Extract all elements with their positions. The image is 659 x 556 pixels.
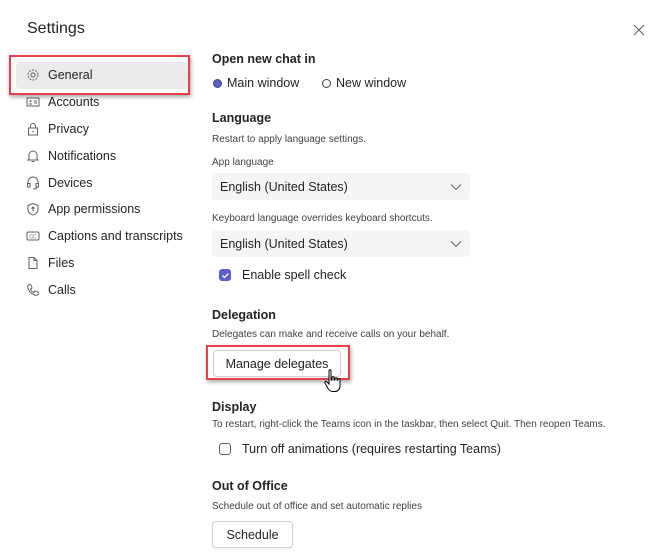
general-highlight-box [9,55,190,95]
checkbox-label: Turn off animations (requires restarting… [242,442,501,456]
sidebar-item-label: Files [48,255,75,270]
close-button[interactable] [632,23,646,37]
delegation-description: Delegates can make and receive calls on … [212,329,450,340]
sidebar-item-label: Notifications [48,148,117,163]
radio-label: New window [336,76,407,90]
settings-sidebar: General Accounts Privacy Notifications D… [16,62,188,303]
radio-main-window[interactable]: Main window [213,76,299,90]
account-card-icon [26,95,40,109]
dropdown-value: English (United States) [220,236,348,251]
bell-icon [26,149,40,163]
svg-text:CC: CC [29,234,37,240]
file-icon [26,256,40,270]
checkbox-checked-icon [219,269,231,281]
radio-label: Main window [227,76,300,90]
language-heading: Language [212,111,272,125]
sidebar-item-captions[interactable]: CC Captions and transcripts [16,223,188,250]
sidebar-item-calls[interactable]: Calls [16,276,188,303]
lock-icon [26,122,40,136]
sidebar-item-label: Calls [48,282,76,297]
close-icon [633,24,645,36]
sidebar-item-devices[interactable]: Devices [16,169,188,196]
display-description: To restart, right-click the Teams icon i… [212,419,606,430]
checkbox-label: Enable spell check [242,268,347,282]
sidebar-item-label: App permissions [48,202,141,217]
hand-cursor-icon [324,369,341,392]
settings-title: Settings [27,20,85,37]
phone-icon [26,283,40,297]
open-new-chat-heading: Open new chat in [212,52,316,66]
headset-icon [26,176,40,190]
out-of-office-heading: Out of Office [212,479,288,493]
sidebar-item-label: Accounts [48,95,100,110]
cc-icon: CC [26,229,40,243]
dropdown-value: English (United States) [220,179,348,194]
chevron-down-icon [450,183,462,190]
spell-check-checkbox[interactable]: Enable spell check [219,268,346,282]
sidebar-item-label: Devices [48,175,93,190]
sidebar-item-notifications[interactable]: Notifications [16,142,188,169]
app-language-label: App language [212,157,274,168]
out-of-office-description: Schedule out of office and set automatic… [212,501,422,512]
sidebar-item-label: Captions and transcripts [48,229,183,244]
radio-selected-icon [213,78,222,88]
sidebar-item-app-permissions[interactable]: App permissions [16,196,188,223]
radio-new-window[interactable]: New window [322,76,406,90]
sidebar-item-label: Privacy [48,121,89,136]
sidebar-item-privacy[interactable]: Privacy [16,116,188,143]
keyboard-language-dropdown[interactable]: English (United States) [212,230,470,257]
keyboard-language-label: Keyboard language overrides keyboard sho… [212,213,433,224]
sidebar-item-files[interactable]: Files [16,250,188,277]
radio-unselected-icon [322,78,331,88]
schedule-button[interactable]: Schedule [212,521,293,548]
display-heading: Display [212,400,257,414]
turn-off-animations-checkbox[interactable]: Turn off animations (requires restarting… [219,442,501,456]
shield-icon [26,202,40,216]
app-language-dropdown[interactable]: English (United States) [212,173,470,200]
checkbox-unchecked-icon [219,443,231,455]
delegation-heading: Delegation [212,308,276,322]
language-description: Restart to apply language settings. [212,134,366,145]
chevron-down-icon [450,240,462,247]
